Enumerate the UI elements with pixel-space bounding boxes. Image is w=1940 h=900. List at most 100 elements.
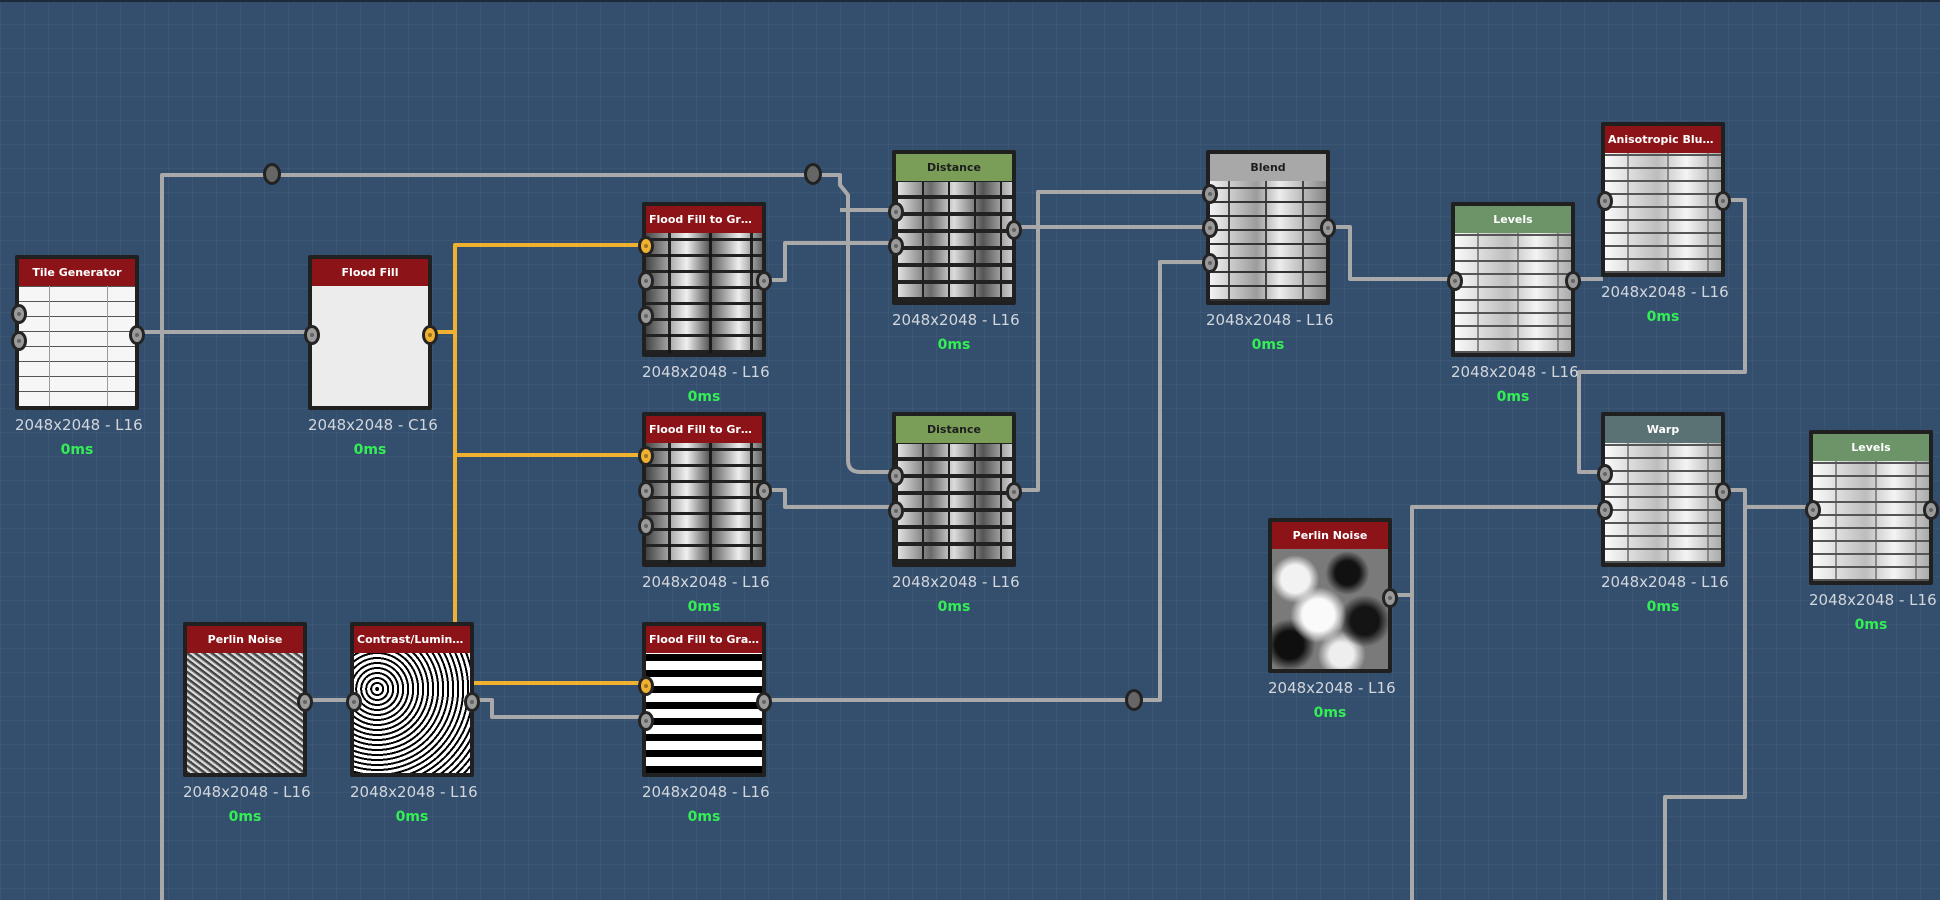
node-title: Perlin Noise xyxy=(187,626,303,653)
node-thumbnail xyxy=(312,286,428,406)
node-thumbnail xyxy=(19,286,135,406)
node-time-label: 0ms xyxy=(1496,389,1530,405)
node-flood-fill[interactable]: Flood Fill 2048x2048 - C16 0ms xyxy=(304,255,438,458)
node-perlin-noise[interactable]: Perlin Noise 2048x2048 - L16 0ms xyxy=(183,622,313,825)
output-port[interactable] xyxy=(1715,191,1731,211)
output-port[interactable] xyxy=(1006,482,1022,502)
node-levels[interactable]: Levels 2048x2048 - L16 0ms xyxy=(1447,202,1581,405)
node-size-label: 2048x2048 - C16 xyxy=(308,416,438,434)
output-port[interactable] xyxy=(422,325,438,345)
input-port[interactable] xyxy=(888,466,904,486)
wire[interactable] xyxy=(1012,190,1212,492)
node-title: Blend xyxy=(1210,154,1326,181)
node-flood-fill-to-gradient[interactable]: Flood Fill to Gradient 2048x2048 - L16 0… xyxy=(638,412,772,615)
input-port[interactable] xyxy=(638,271,654,291)
node-size-label: 2048x2048 - L16 xyxy=(1601,283,1729,301)
input-port[interactable] xyxy=(1202,218,1218,238)
reroute-point[interactable] xyxy=(804,163,822,185)
node-size-label: 2048x2048 - L16 xyxy=(892,573,1020,591)
input-port[interactable] xyxy=(304,325,320,345)
wire-active[interactable] xyxy=(428,243,646,334)
node-thumbnail xyxy=(646,233,762,353)
node-time-label: 0ms xyxy=(937,337,971,353)
node-size-label: 2048x2048 - L16 xyxy=(183,783,311,801)
output-port[interactable] xyxy=(1715,482,1731,502)
node-blend[interactable]: Blend 2048x2048 - L16 0ms xyxy=(1202,150,1336,353)
output-port[interactable] xyxy=(297,692,313,712)
node-thumbnail xyxy=(896,443,1012,563)
output-port[interactable] xyxy=(1006,220,1022,240)
input-port[interactable] xyxy=(1597,464,1613,484)
node-distance[interactable]: Distance 2048x2048 - L16 0ms xyxy=(888,412,1022,615)
input-port[interactable] xyxy=(888,236,904,256)
output-port[interactable] xyxy=(129,325,145,345)
node-time-label: 0ms xyxy=(228,809,262,825)
output-port[interactable] xyxy=(1382,588,1398,608)
node-time-label: 0ms xyxy=(1646,599,1680,615)
input-port[interactable] xyxy=(1447,271,1463,291)
node-title: Flood Fill to Gradient xyxy=(646,416,762,443)
wire[interactable] xyxy=(1325,225,1457,281)
node-size-label: 2048x2048 - L16 xyxy=(642,573,770,591)
output-port[interactable] xyxy=(756,692,772,712)
input-port[interactable] xyxy=(888,501,904,521)
node-size-label: 2048x2048 - L16 xyxy=(642,783,770,801)
wire-active[interactable] xyxy=(453,245,646,457)
node-flood-fill-to-gradient[interactable]: Flood Fill to Gradient 2048x2048 - L16 0… xyxy=(638,202,772,405)
node-title: Levels xyxy=(1455,206,1571,233)
wire[interactable] xyxy=(760,488,898,509)
node-thumbnail xyxy=(646,653,762,773)
wire[interactable] xyxy=(760,241,898,282)
node-thumbnail xyxy=(646,443,762,563)
reroute-point[interactable] xyxy=(263,163,281,185)
node-thumbnail xyxy=(354,653,470,773)
input-port[interactable] xyxy=(1202,184,1218,204)
node-contrast-luminosity[interactable]: Contrast/Luminosity G... 2048x2048 - L16… xyxy=(346,622,480,825)
node-thumbnail xyxy=(187,653,303,773)
node-distance[interactable]: Distance 2048x2048 - L16 0ms xyxy=(888,150,1022,353)
node-thumbnail xyxy=(1813,461,1929,581)
node-tile-generator[interactable]: Tile Generator 2048x2048 - L16 0ms xyxy=(11,255,145,458)
input-port[interactable] xyxy=(638,236,654,256)
output-port[interactable] xyxy=(756,481,772,501)
node-time-label: 0ms xyxy=(1251,337,1285,353)
input-port[interactable] xyxy=(638,481,654,501)
node-time-label: 0ms xyxy=(60,442,94,458)
input-port[interactable] xyxy=(888,202,904,222)
node-perlin-noise[interactable]: Perlin Noise 2048x2048 - L16 0ms xyxy=(1268,518,1398,721)
input-port[interactable] xyxy=(11,304,27,324)
node-title: Distance xyxy=(896,154,1012,181)
output-port[interactable] xyxy=(1565,271,1581,291)
node-size-label: 2048x2048 - L16 xyxy=(1809,591,1937,609)
input-port[interactable] xyxy=(11,331,27,351)
input-port[interactable] xyxy=(638,516,654,536)
output-port[interactable] xyxy=(1320,218,1336,238)
node-levels[interactable]: Levels 2048x2048 - L16 0ms xyxy=(1805,430,1939,633)
wire[interactable] xyxy=(1385,505,1603,597)
input-port[interactable] xyxy=(1202,253,1218,273)
output-port[interactable] xyxy=(1923,500,1939,520)
input-port[interactable] xyxy=(1805,500,1821,520)
node-size-label: 2048x2048 - L16 xyxy=(1206,311,1334,329)
output-port[interactable] xyxy=(464,692,480,712)
input-port[interactable] xyxy=(346,692,362,712)
input-port[interactable] xyxy=(638,306,654,326)
wire[interactable] xyxy=(470,698,646,719)
input-port[interactable] xyxy=(638,446,654,466)
reroute-point[interactable] xyxy=(1125,689,1143,711)
node-time-label: 0ms xyxy=(353,442,387,458)
input-port[interactable] xyxy=(638,676,654,696)
node-size-label: 2048x2048 - L16 xyxy=(892,311,1020,329)
node-flood-fill-to-grayscale[interactable]: Flood Fill to Grayscale 2048x2048 - L16 … xyxy=(638,622,772,825)
input-port[interactable] xyxy=(1597,500,1613,520)
output-port[interactable] xyxy=(756,271,772,291)
input-port[interactable] xyxy=(638,711,654,731)
node-time-label: 0ms xyxy=(1854,617,1888,633)
node-thumbnail xyxy=(1605,153,1721,273)
node-time-label: 0ms xyxy=(687,389,721,405)
node-title: Tile Generator xyxy=(19,259,135,286)
node-title: Contrast/Luminosity G... xyxy=(354,626,470,653)
input-port[interactable] xyxy=(1597,191,1613,211)
node-warp[interactable]: Warp 2048x2048 - L16 0ms xyxy=(1597,412,1731,615)
node-anisotropic-blur[interactable]: Anisotropic Blur Grays... 2048x2048 - L1… xyxy=(1597,122,1731,325)
